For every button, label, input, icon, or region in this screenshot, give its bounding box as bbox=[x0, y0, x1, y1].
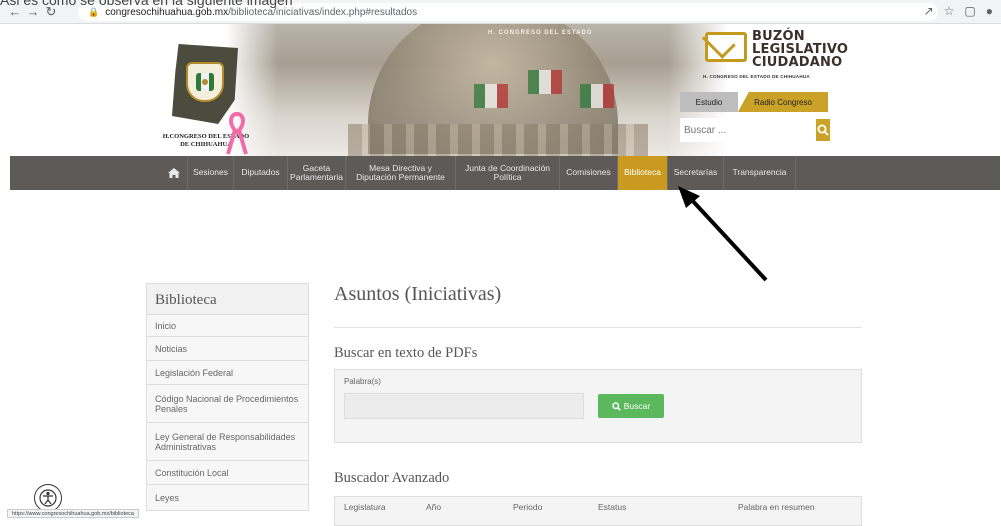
advanced-search-heading: Buscador Avanzado bbox=[334, 470, 450, 486]
accessibility-icon[interactable] bbox=[34, 484, 62, 512]
sidebar-item-codigo-nacional[interactable]: Código Nacional de Procedimientos Penale… bbox=[146, 385, 309, 423]
mail-envelope-icon[interactable] bbox=[705, 32, 747, 62]
banner-text: H. CONGRESO DEL ESTADO bbox=[488, 30, 593, 36]
sidebar-item-constitucion-local[interactable]: Constitución Local bbox=[146, 461, 309, 485]
radio-label: Radio Congreso bbox=[738, 92, 828, 112]
sound-wave-icon: Estudio bbox=[680, 92, 738, 112]
col-legislatura: Legislatura bbox=[344, 502, 386, 512]
site-search bbox=[680, 118, 830, 142]
divider bbox=[334, 327, 862, 328]
sidebar-title: Biblioteca bbox=[146, 283, 309, 315]
buscar-button[interactable]: Buscar bbox=[598, 394, 664, 418]
url-host: congresochihuahua.gob.mx bbox=[105, 6, 229, 18]
nav-comisiones[interactable]: Comisiones bbox=[560, 156, 618, 190]
url-path: /biblioteca/iniciativas/index.php#result… bbox=[228, 6, 418, 18]
nav-biblioteca[interactable]: Biblioteca bbox=[618, 156, 668, 190]
flag-icon bbox=[528, 70, 562, 94]
status-bar-url: https://www.congresochihuahua.gob.mx/bib… bbox=[7, 509, 139, 518]
buzon-legislativo-link[interactable]: BUZÓN LEGISLATIVO CIUDADANO bbox=[752, 30, 848, 69]
sidebar-item-legislacion-federal[interactable]: Legislación Federal bbox=[146, 361, 309, 385]
coat-of-arms-icon bbox=[186, 62, 224, 102]
pdf-search-heading: Buscar en texto de PDFs bbox=[334, 345, 478, 361]
nav-diputados[interactable]: Diputados bbox=[234, 156, 288, 190]
radio-congreso-link[interactable]: Estudio Radio Congreso bbox=[680, 92, 828, 112]
nav-mesa-directiva[interactable]: Mesa Directiva y Diputación Permanente bbox=[346, 156, 456, 190]
flag-icon bbox=[474, 84, 508, 108]
radio-wave-label: Estudio bbox=[695, 97, 723, 107]
sidebar-item-leyes[interactable]: Leyes bbox=[146, 485, 309, 511]
palabras-input[interactable] bbox=[344, 393, 584, 419]
sidebar-item-inicio[interactable]: Inicio bbox=[146, 315, 309, 337]
col-ano: Año bbox=[426, 502, 442, 512]
search-icon bbox=[817, 124, 829, 136]
share-icon[interactable]: ↗ bbox=[924, 4, 934, 18]
chamber-seats bbox=[348, 124, 648, 156]
search-button[interactable] bbox=[816, 119, 830, 141]
nav-sesiones[interactable]: Sesiones bbox=[188, 156, 234, 190]
buzon-title-line3: CIUDADANO bbox=[752, 55, 843, 70]
nav-transparencia[interactable]: Transparencia bbox=[724, 156, 796, 190]
nav-gaceta-parlamentaria[interactable]: Gaceta Parlamentaria bbox=[288, 156, 346, 190]
nav-secretarias[interactable]: Secretarías bbox=[668, 156, 724, 190]
search-input[interactable] bbox=[680, 118, 816, 142]
flag-icon bbox=[580, 84, 614, 108]
sidebar-item-ley-general[interactable]: Ley General de Responsabilidades Adminis… bbox=[146, 423, 309, 461]
search-icon bbox=[612, 401, 621, 411]
buzon-subtitle: H. CONGRESO DEL ESTADO DE CHIHUAHUA bbox=[703, 74, 810, 79]
bookmark-star-icon[interactable]: ☆ bbox=[944, 4, 955, 18]
biblioteca-sidebar: Biblioteca Inicio Noticias Legislación F… bbox=[146, 283, 309, 511]
lock-icon: 🔒 bbox=[88, 6, 100, 17]
profile-icon[interactable]: ● bbox=[986, 4, 993, 18]
col-estatus: Estatus bbox=[598, 502, 627, 512]
page-title: Asuntos (Iniciativas) bbox=[334, 283, 502, 305]
main-nav: Sesiones Diputados Gaceta Parlamentaria … bbox=[10, 156, 1000, 190]
pink-ribbon-icon bbox=[226, 112, 248, 155]
nav-junta-coordinacion[interactable]: Junta de Coordinación Política bbox=[456, 156, 560, 190]
home-icon[interactable] bbox=[160, 156, 188, 190]
buscar-label: Buscar bbox=[623, 401, 651, 411]
cropped-caption: Asi es como se observa en la siguiente i… bbox=[0, 0, 293, 8]
col-palabra-resumen: Palabra en resumen bbox=[738, 502, 815, 512]
palabras-label: Palabra(s) bbox=[344, 377, 381, 386]
sidebar-toggle-icon[interactable]: ▢ bbox=[964, 4, 975, 18]
sidebar-item-noticias[interactable]: Noticias bbox=[146, 337, 309, 361]
col-periodo: Periodo bbox=[513, 502, 543, 512]
